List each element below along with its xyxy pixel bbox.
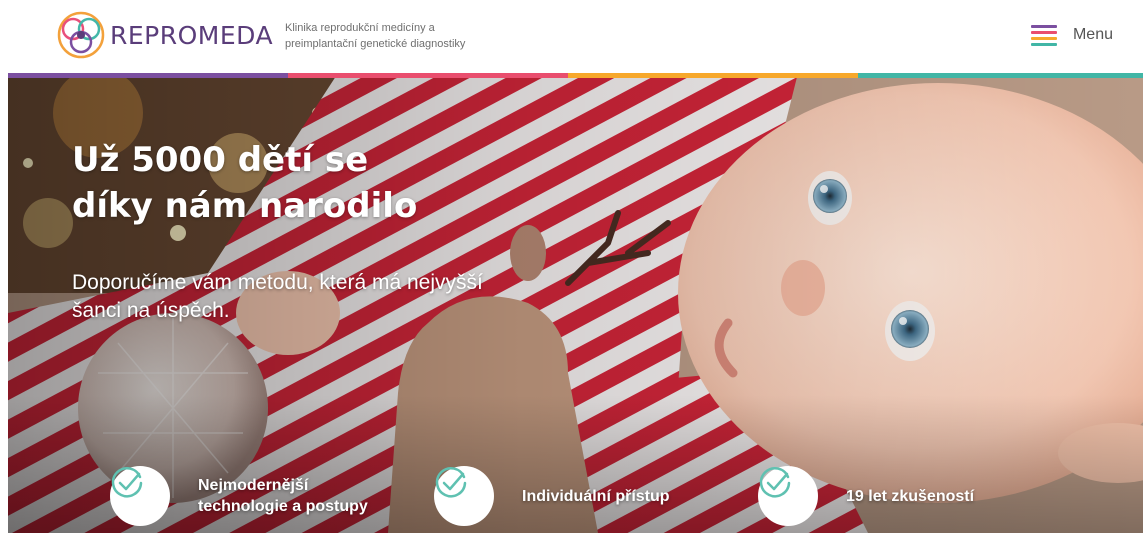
hero-headline: Už 5000 dětí se díky nám narodilo [72, 137, 417, 229]
tagline: Klinika reprodukční medicíny a preimplan… [285, 20, 465, 52]
logo-text: REPROMEDA [110, 20, 274, 50]
feature-label-line: Individuální přístup [522, 487, 670, 505]
headline-line: Už 5000 dětí se [72, 140, 369, 180]
hamburger-icon [1030, 24, 1057, 46]
feature-icon-circle [110, 466, 170, 526]
feature-label: Nejmodernější technologie a postupy [198, 475, 368, 517]
feature-label-line: 19 let zkušeností [846, 487, 975, 505]
headline-line: díky nám narodilo [72, 186, 418, 226]
feature-individual: Individuální přístup [434, 466, 670, 526]
site-header: REPROMEDA Klinika reprodukční medicíny a… [0, 0, 1143, 73]
hero-banner: Už 5000 dětí se díky nám narodilo Doporu… [8, 73, 1143, 533]
subheadline-line: Doporučíme vám metodu, která má nejvyšší [72, 271, 483, 294]
hero-subheadline: Doporučíme vám metodu, která má nejvyšší… [72, 269, 572, 325]
feature-label: 19 let zkušeností [846, 486, 974, 507]
tagline-line: Klinika reprodukční medicíny a [285, 22, 435, 34]
check-icon [435, 467, 467, 498]
check-icon [759, 467, 791, 498]
menu-label: Menu [1072, 26, 1113, 43]
tagline-line: preimplantační genetické diagnostiky [285, 38, 466, 50]
feature-icon-circle [434, 466, 494, 526]
menu-button[interactable]: Menu [1030, 24, 1113, 46]
color-strip [8, 73, 1143, 78]
check-icon [111, 467, 143, 498]
subheadline-line: šanci na úspěch. [72, 299, 230, 322]
logo-mark-icon [57, 11, 105, 59]
feature-label-line: Nejmodernější [198, 477, 309, 494]
feature-label: Individuální přístup [522, 486, 670, 507]
feature-icon-circle [758, 466, 818, 526]
repromeda-logo[interactable]: REPROMEDA [56, 10, 273, 60]
feature-label-line: technologie a postupy [198, 498, 368, 515]
feature-technology: Nejmodernější technologie a postupy [110, 466, 368, 526]
feature-experience: 19 let zkušeností [758, 466, 974, 526]
